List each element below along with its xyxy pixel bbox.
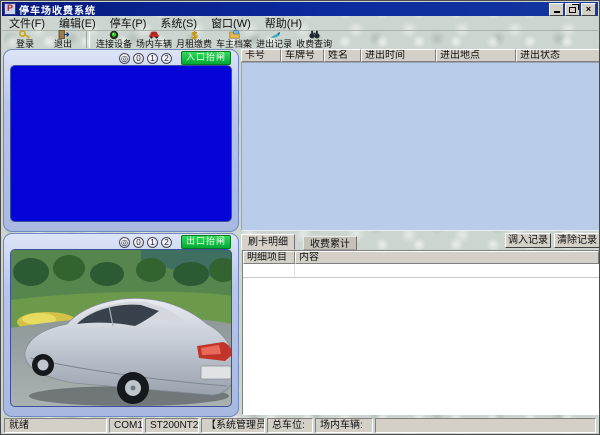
- menu-file[interactable]: 文件(F): [2, 15, 52, 31]
- menu-edit[interactable]: 编辑(E): [52, 15, 103, 31]
- camera-select-button[interactable]: 0: [133, 53, 144, 64]
- exit-gate-open-button[interactable]: 出口抬闸: [181, 235, 231, 249]
- toolbar-label: 进出记录: [256, 39, 292, 49]
- restore-icon: [569, 7, 576, 13]
- column-header-plate-no[interactable]: 车牌号: [281, 49, 324, 62]
- detail-tabs-row: 刷卡明细 收费累计 调入记录 清除记录: [241, 232, 600, 250]
- camera-select-button[interactable]: 0: [133, 237, 144, 248]
- status-device-model: ST200NT2: [145, 418, 199, 433]
- menu-help[interactable]: 帮助(H): [258, 15, 309, 31]
- record-icon: [269, 30, 280, 39]
- connect-device-button[interactable]: 连接设备: [94, 30, 134, 49]
- toolbar-label: 退出: [54, 39, 72, 49]
- restore-button[interactable]: [565, 3, 580, 16]
- column-header-card-no[interactable]: 卡号: [241, 49, 281, 62]
- monthly-payment-button[interactable]: $ 月租缴费: [174, 30, 214, 49]
- toolbar-label: 场内车辆: [136, 39, 172, 49]
- menubar: 文件(F) 编辑(E) 停车(P) 系统(S) 窗口(W) 帮助(H): [2, 16, 598, 31]
- toolbar-label: 月租缴费: [176, 39, 212, 49]
- clear-records-button[interactable]: 清除记录: [554, 233, 600, 248]
- exit-icon: [58, 30, 69, 39]
- status-operator: 【系统管理员】: [201, 418, 265, 433]
- camera-select-button[interactable]: 1: [147, 237, 158, 248]
- binoculars-icon: [309, 30, 320, 39]
- status-spacer: [375, 418, 596, 433]
- column-header-location[interactable]: 进出地点: [436, 49, 516, 62]
- app-window: P 停车场收费系统 × 文件(F) 编辑(E) 停车(P) 系统(S) 窗口(W…: [0, 0, 600, 435]
- menu-window[interactable]: 窗口(W): [204, 15, 258, 31]
- exit-panel-header: ◎ 0 1 2 出口抬闸: [10, 235, 232, 249]
- records-table-header: 卡号 车牌号 姓名 进出时间 进出地点 进出状态: [241, 49, 600, 62]
- tab-swipe-detail[interactable]: 刷卡明细: [241, 234, 295, 250]
- toolbar-label: 车主档案: [216, 39, 252, 49]
- minimize-button[interactable]: [549, 3, 564, 16]
- entrance-gate-open-button[interactable]: 入口抬闸: [181, 51, 231, 65]
- status-vehicles-in-lot: 场内车辆:: [315, 418, 373, 433]
- detail-empty-row: [243, 264, 599, 278]
- money-icon: $: [190, 30, 199, 39]
- status-ready: 就绪: [4, 418, 107, 433]
- titlebar: P 停车场收费系统 ×: [2, 2, 598, 16]
- camera-select-button[interactable]: 2: [161, 237, 172, 248]
- device-icon: [109, 30, 119, 39]
- column-header-status[interactable]: 进出状态: [516, 49, 600, 62]
- exit-video-panel: ◎ 0 1 2 出口抬闸: [3, 233, 239, 417]
- exit-video-feed: [10, 249, 232, 407]
- car-photo: [11, 250, 232, 406]
- column-header-time[interactable]: 进出时间: [361, 49, 436, 62]
- toolbar-separator: [86, 31, 90, 48]
- toolbar-label: 连接设备: [96, 39, 132, 49]
- detail-table-header: 明细项目 内容: [243, 251, 599, 264]
- toolbar-label: 收费查询: [296, 39, 332, 49]
- fee-query-button[interactable]: 收费查询: [294, 30, 334, 49]
- camera-select-button[interactable]: ◎: [119, 237, 130, 248]
- exit-button[interactable]: 退出: [44, 30, 82, 49]
- vehicles-in-lot-button[interactable]: 场内车辆: [134, 30, 174, 49]
- status-com-port: COM1: [109, 418, 143, 433]
- entrance-panel-header: ◎ 0 1 2 入口抬闸: [10, 51, 232, 65]
- column-header-content[interactable]: 内容: [295, 251, 599, 264]
- key-icon: [19, 30, 31, 39]
- login-button[interactable]: 登录: [6, 30, 44, 49]
- entrance-video-panel: ◎ 0 1 2 入口抬闸: [3, 49, 239, 232]
- column-header-name[interactable]: 姓名: [324, 49, 361, 62]
- minimize-icon: [554, 11, 560, 13]
- tab-fee-total[interactable]: 收费累计: [303, 236, 357, 250]
- main-region: ◎ 0 1 2 入口抬闸 ◎ 0 1 2 出口抬闸: [1, 49, 600, 419]
- folder-icon: [229, 30, 240, 39]
- detail-table: 明细项目 内容: [242, 250, 600, 415]
- car-icon: [148, 30, 160, 39]
- status-total-spaces: 总车位:: [267, 418, 313, 433]
- records-list-area[interactable]: [241, 62, 600, 231]
- camera-select-button[interactable]: ◎: [119, 53, 130, 64]
- camera-select-button[interactable]: 1: [147, 53, 158, 64]
- close-button[interactable]: ×: [581, 3, 596, 16]
- entrance-video-feed: [10, 65, 232, 222]
- app-icon: P: [4, 3, 16, 15]
- toolbar: 登录 退出 连接设备 场内车辆 $ 月租缴费: [2, 30, 598, 49]
- statusbar: 就绪 COM1 ST200NT2 【系统管理员】 总车位: 场内车辆:: [2, 417, 598, 433]
- toolbar-label: 登录: [16, 39, 34, 49]
- entry-exit-records-button[interactable]: 进出记录: [254, 30, 294, 49]
- camera-select-button[interactable]: 2: [161, 53, 172, 64]
- load-records-button[interactable]: 调入记录: [505, 233, 551, 248]
- column-header-item[interactable]: 明细项目: [243, 251, 295, 264]
- owner-files-button[interactable]: 车主档案: [214, 30, 254, 49]
